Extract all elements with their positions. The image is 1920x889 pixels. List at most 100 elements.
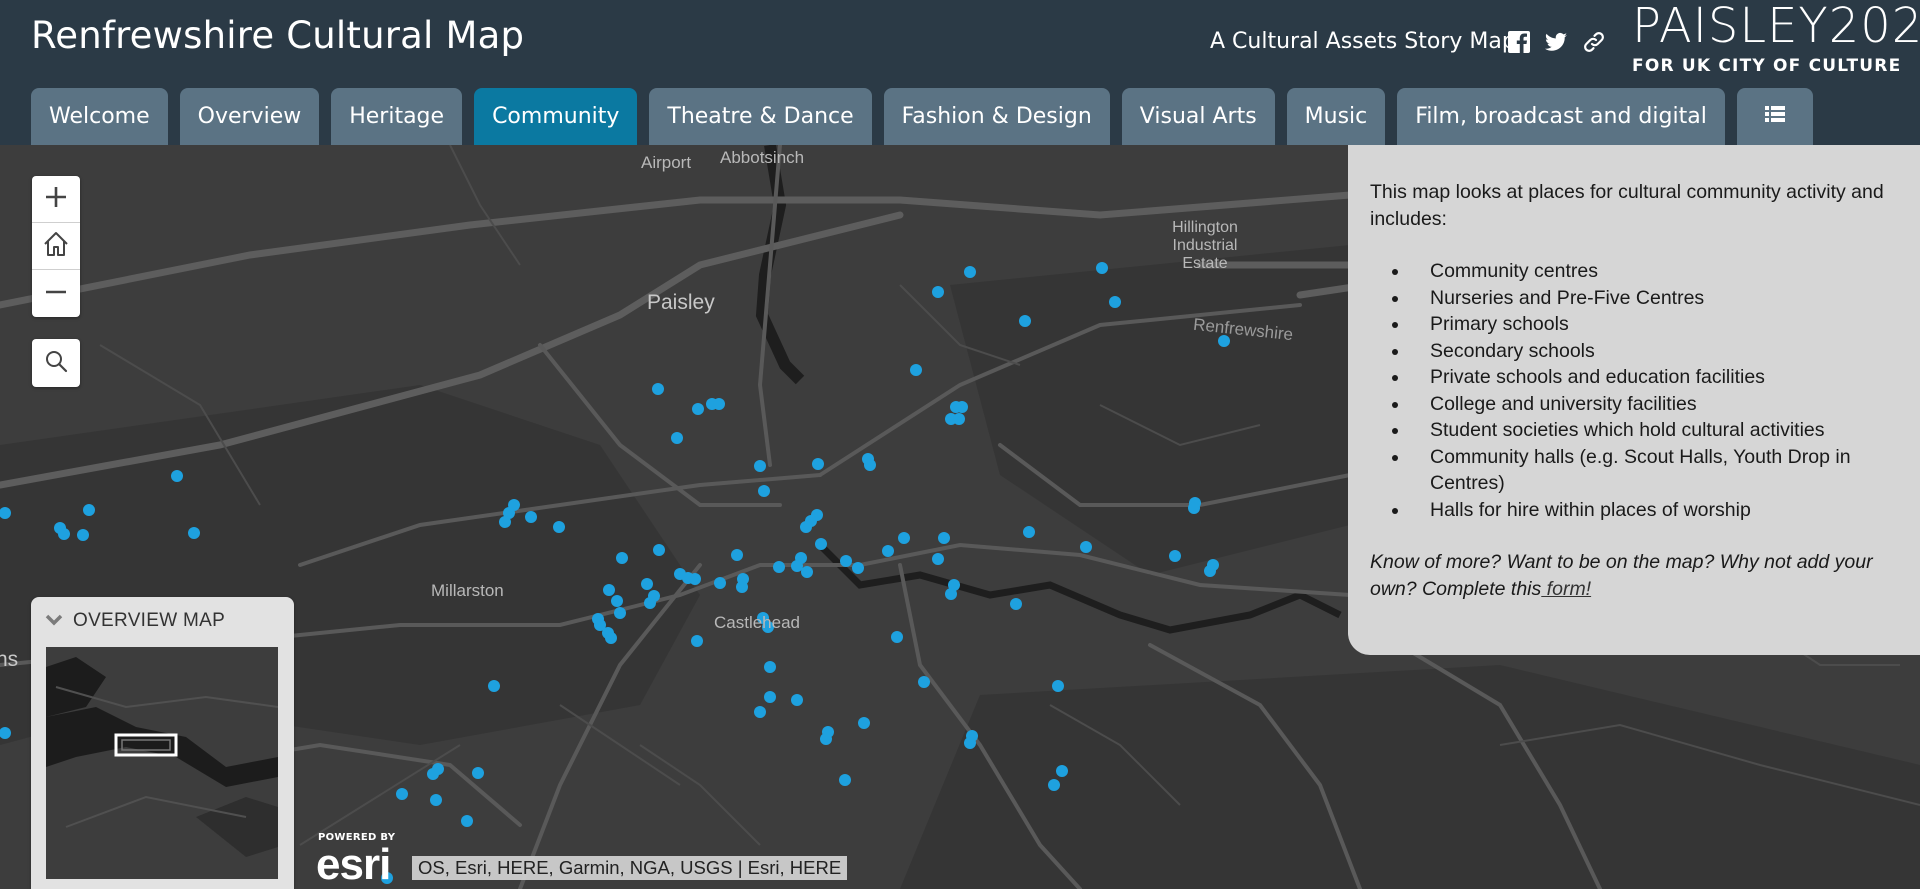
app-title: Renfrewshire Cultural Map	[31, 14, 525, 57]
list-item: Secondary schools	[1410, 338, 1898, 365]
overview-basemap	[46, 657, 278, 857]
map-label-abbotsinch: Abbotsinch	[720, 148, 805, 167]
map-marker	[754, 706, 766, 718]
search-icon	[44, 349, 68, 377]
map-marker	[499, 516, 511, 528]
map-marker	[1023, 526, 1035, 538]
link-icon[interactable]	[1582, 30, 1606, 54]
tab-heritage[interactable]: Heritage	[331, 88, 463, 145]
map-marker	[83, 504, 95, 516]
map-marker	[858, 717, 870, 729]
tab-film-broadcast-digital[interactable]: Film, broadcast and digital	[1397, 88, 1725, 145]
map-marker	[1056, 765, 1068, 777]
map-marker	[472, 767, 484, 779]
map-label-paisley: Paisley	[647, 291, 715, 314]
overview-map-panel: OVERVIEW MAP	[31, 597, 294, 889]
home-button[interactable]	[32, 223, 80, 270]
facebook-icon[interactable]	[1507, 30, 1531, 54]
info-panel: This map looks at places for cultural co…	[1348, 145, 1920, 655]
map-marker	[964, 737, 976, 749]
list-item: Student societies which hold cultural ac…	[1410, 417, 1898, 444]
tab-community[interactable]: Community	[474, 88, 638, 145]
map-marker	[918, 676, 930, 688]
map-marker	[689, 573, 701, 585]
map-marker	[653, 544, 665, 556]
map-marker	[525, 511, 537, 523]
map-marker	[764, 691, 776, 703]
list-item: Community halls (e.g. Scout Halls, Youth…	[1410, 444, 1898, 497]
chevron-down-icon	[45, 610, 63, 632]
map-marker	[614, 607, 626, 619]
map-marker	[945, 588, 957, 600]
tab-overview[interactable]: Overview	[179, 88, 320, 145]
overview-map[interactable]	[46, 647, 278, 879]
map-marker	[1204, 565, 1216, 577]
map-marker	[1169, 550, 1181, 562]
tab-welcome[interactable]: Welcome	[31, 88, 168, 145]
tab-visual-arts[interactable]: Visual Arts	[1121, 88, 1275, 145]
map-search-button[interactable]	[32, 339, 80, 387]
logo-word: PAISLEY2021	[1632, 0, 1920, 54]
list-item: Primary schools	[1410, 311, 1898, 338]
list-item: Halls for hire within places of worship	[1410, 497, 1898, 524]
map-marker	[815, 538, 827, 550]
map-marker	[714, 577, 726, 589]
map-marker	[773, 561, 785, 573]
map-marker	[553, 521, 565, 533]
map-marker	[1019, 315, 1031, 327]
map-marker	[840, 555, 852, 567]
list-item: Nurseries and Pre-Five Centres	[1410, 285, 1898, 312]
list-item: College and university facilities	[1410, 391, 1898, 418]
story-tabs: Welcome Overview Heritage Community Thea…	[31, 88, 1813, 145]
app-header: Renfrewshire Cultural Map A Cultural Ass…	[0, 0, 1920, 145]
map-marker	[932, 286, 944, 298]
map-marker	[427, 768, 439, 780]
map-marker	[648, 590, 660, 602]
map-marker	[938, 532, 950, 544]
map-marker	[396, 788, 408, 800]
esri-wordmark: esri	[316, 840, 391, 889]
esri-logo[interactable]: POWERED BY esri	[316, 832, 412, 889]
list-icon	[1764, 104, 1785, 129]
tab-music[interactable]: Music	[1286, 88, 1386, 145]
zoom-out-button[interactable]	[32, 270, 80, 317]
map-marker	[1096, 262, 1108, 274]
tab-list-menu[interactable]	[1736, 88, 1813, 145]
map-marker	[1109, 296, 1121, 308]
map-label-castlehead: Castlehead	[714, 613, 801, 632]
twitter-icon[interactable]	[1544, 30, 1568, 54]
map-marker	[171, 470, 183, 482]
map-marker	[812, 458, 824, 470]
map-marker	[891, 631, 903, 643]
map-label-edge: ns	[0, 648, 19, 671]
paisley-2021-logo[interactable]: PAISLEY2021 FOR UK CITY OF CULTURE	[1632, 0, 1920, 82]
map-marker	[956, 401, 968, 413]
minus-icon	[44, 280, 68, 308]
map-marker	[964, 266, 976, 278]
map-marker	[488, 680, 500, 692]
overview-toggle[interactable]: OVERVIEW MAP	[45, 609, 225, 633]
tab-fashion-design[interactable]: Fashion & Design	[883, 88, 1110, 145]
map-marker	[864, 459, 876, 471]
map-marker	[758, 485, 770, 497]
info-list: Community centres Nurseries and Pre-Five…	[1410, 258, 1898, 523]
plus-icon	[44, 185, 68, 213]
map-marker	[652, 383, 664, 395]
form-link[interactable]: form!	[1541, 578, 1591, 600]
map-marker	[1048, 779, 1060, 791]
map-marker	[731, 549, 743, 561]
home-icon	[42, 230, 70, 262]
map-marker	[764, 661, 776, 673]
map-marker	[791, 560, 803, 572]
map-marker	[692, 403, 704, 415]
map-marker	[953, 413, 965, 425]
zoom-in-button[interactable]	[32, 176, 80, 223]
map-marker	[603, 584, 615, 596]
map-marker	[616, 552, 628, 564]
map-marker	[736, 581, 748, 593]
map-marker	[791, 694, 803, 706]
map-marker	[1188, 502, 1200, 514]
map-marker	[77, 529, 89, 541]
tab-theatre-dance[interactable]: Theatre & Dance	[649, 88, 872, 145]
map-attribution[interactable]: OS, Esri, HERE, Garmin, NGA, USGS | Esri…	[412, 856, 848, 880]
